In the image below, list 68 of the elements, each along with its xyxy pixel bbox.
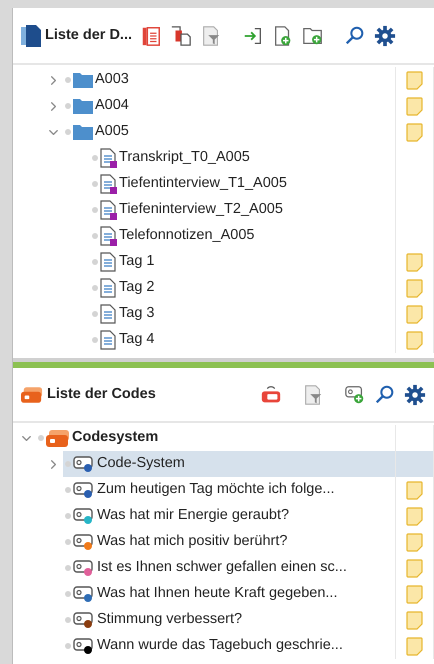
- memo-icon: [406, 610, 423, 630]
- tree-item-label[interactable]: Tag 2: [119, 277, 154, 299]
- folder-icon: [73, 124, 93, 140]
- panel-title: Liste der Codes: [47, 384, 156, 404]
- memo-icon: [406, 532, 423, 552]
- document-icon: [100, 278, 117, 298]
- tree-item-label[interactable]: Was hat Ihnen heute Kraft gegeben...: [97, 583, 338, 605]
- document-icon: [100, 330, 117, 350]
- tree-item-label[interactable]: Transkript_T0_A005: [119, 147, 250, 169]
- tree-item-label[interactable]: Tag 3: [119, 303, 154, 325]
- code-icon: [73, 611, 95, 629]
- code-icon: [73, 637, 95, 655]
- copy-icon[interactable]: [170, 24, 192, 46]
- memo-icon: [406, 558, 423, 578]
- settings-icon[interactable]: [374, 24, 396, 46]
- code-system-icon: [21, 386, 43, 402]
- tree-item-label[interactable]: Tiefeninterview_T2_A005: [119, 199, 283, 221]
- tree-item-label[interactable]: Tag 1: [119, 251, 154, 273]
- tree-item-label[interactable]: Tag 4: [119, 329, 154, 351]
- tree-item-label[interactable]: Codesystem: [72, 427, 158, 449]
- code-icon: [73, 533, 95, 551]
- code-system-icon: [46, 430, 70, 446]
- selected-tree-row[interactable]: Code-System: [63, 451, 434, 477]
- document-icon: [100, 226, 117, 246]
- panel-title: Liste der D...: [45, 26, 132, 45]
- tree-item-label[interactable]: Telefonnotizen_A005: [119, 225, 254, 247]
- code-icon: [73, 481, 95, 499]
- code-icon: [73, 507, 95, 525]
- tree-item-label[interactable]: A005: [95, 121, 129, 143]
- document-icon: [100, 304, 117, 324]
- clipboard-icon[interactable]: [140, 24, 162, 46]
- code-icon: [73, 585, 95, 603]
- tree-item-label[interactable]: Ist es Ihnen schwer gefallen einen sc...: [97, 557, 347, 579]
- memo-icon: [406, 122, 423, 142]
- memo-icon: [406, 480, 423, 500]
- memo-icon: [406, 304, 423, 324]
- folder-icon: [73, 98, 93, 114]
- tree-item-label[interactable]: Wann wurde das Tagebuch geschrie...: [97, 635, 343, 657]
- documents-icon: [21, 24, 41, 46]
- code-icon: [73, 455, 95, 473]
- new-code-icon[interactable]: [344, 384, 366, 406]
- document-icon: [100, 148, 117, 168]
- memo-icon: [406, 506, 423, 526]
- memo-icon: [406, 252, 423, 272]
- tree-item-label[interactable]: Stimmung verbessert?: [97, 609, 242, 631]
- tree-item-label[interactable]: Code-System: [97, 453, 185, 475]
- tree-item-label[interactable]: A003: [95, 69, 129, 91]
- folder-icon: [73, 72, 93, 88]
- tree-item-label[interactable]: Tiefentinterview_T1_A005: [119, 173, 287, 195]
- memo-icon: [406, 70, 423, 90]
- memo-icon: [406, 330, 423, 350]
- search-icon[interactable]: [344, 24, 366, 46]
- memo-icon: [406, 636, 423, 656]
- tree-item-label[interactable]: A004: [95, 95, 129, 117]
- memo-icon: [406, 278, 423, 298]
- document-icon: [100, 252, 117, 272]
- document-icon: [100, 200, 117, 220]
- memo-icon: [406, 96, 423, 116]
- code-refresh-icon[interactable]: [260, 384, 282, 406]
- settings-icon[interactable]: [404, 384, 426, 406]
- tree-item-label[interactable]: Was hat mir Energie geraubt?: [97, 505, 290, 527]
- document-icon: [100, 174, 117, 194]
- search-icon[interactable]: [374, 384, 396, 406]
- filter-icon[interactable]: [302, 384, 324, 406]
- memo-icon: [406, 584, 423, 604]
- tree-item-label[interactable]: Was hat mich positiv berührt?: [97, 531, 288, 553]
- code-icon: [73, 559, 95, 577]
- tree-item-label[interactable]: Zum heutigen Tag möchte ich folge...: [97, 479, 335, 501]
